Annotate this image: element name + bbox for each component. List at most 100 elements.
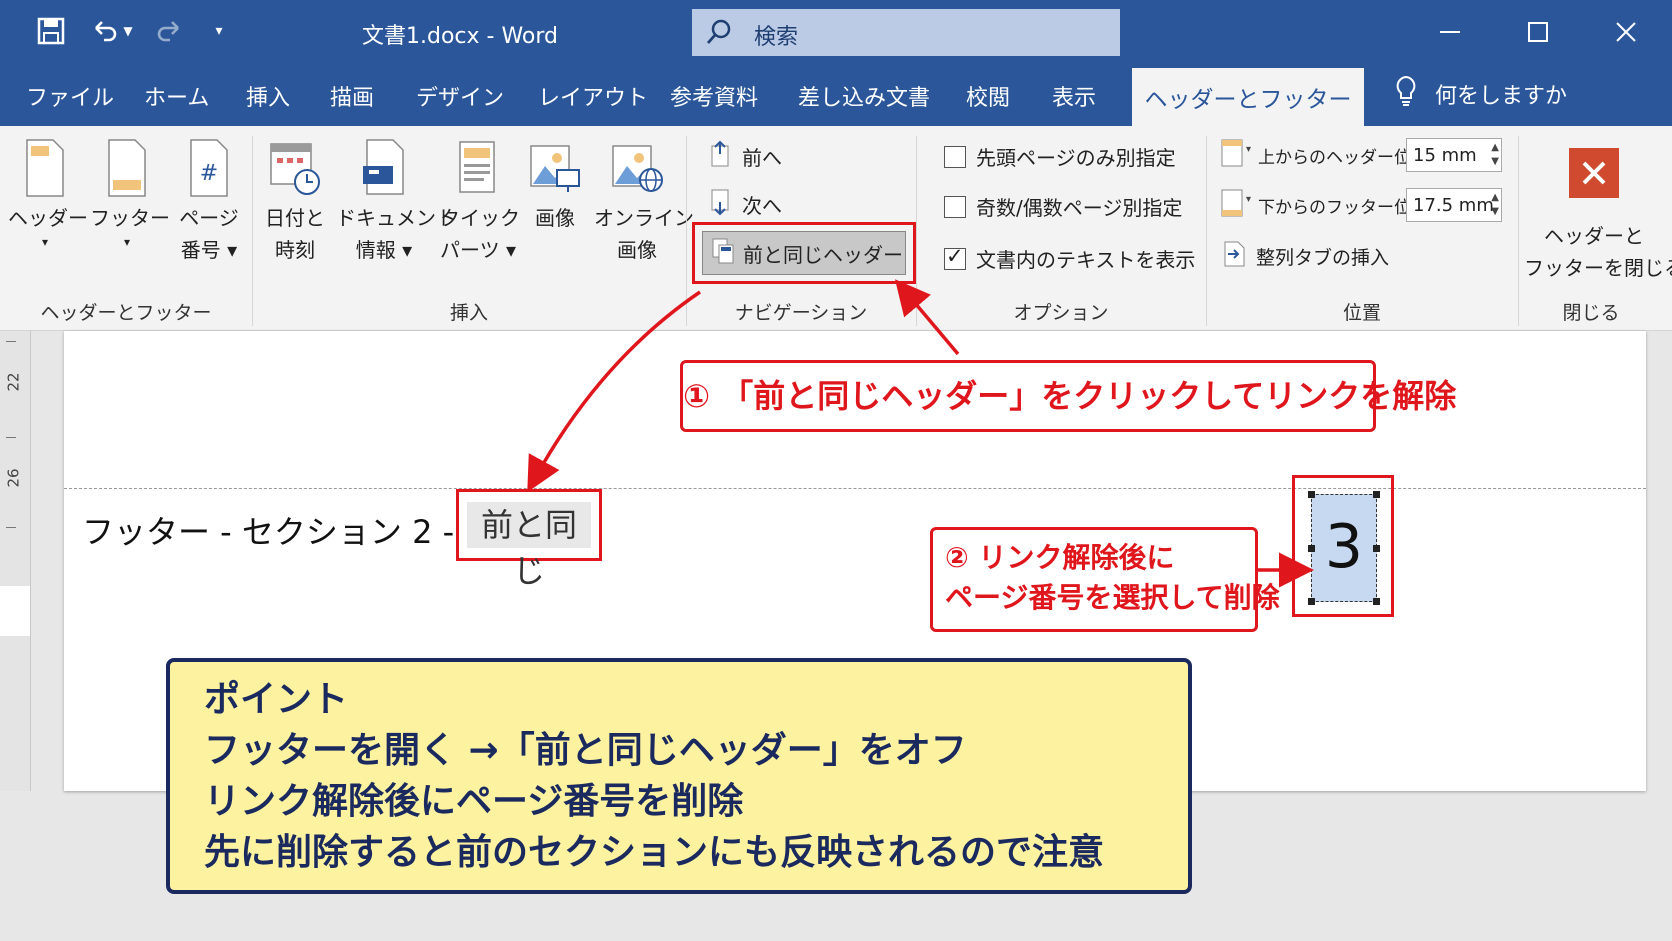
- previous-button[interactable]: 前へ: [708, 140, 782, 173]
- group-label-header-footer: ヘッダーとフッター: [40, 302, 212, 324]
- svg-text:▾: ▾: [1246, 144, 1251, 155]
- header-icon: [8, 138, 82, 202]
- callout-step1: ① 「前と同じヘッダー」をクリックしてリンクを解除: [680, 360, 1456, 432]
- group-label-options: オプション: [1013, 302, 1109, 324]
- ruler-tick: [6, 437, 16, 438]
- resize-handle[interactable]: [1308, 598, 1315, 605]
- maximize-icon[interactable]: [1508, 10, 1568, 54]
- ruler-tick: [6, 341, 16, 342]
- point-title: ポイント: [204, 679, 349, 720]
- tab-header-footer[interactable]: ヘッダーとフッター: [1132, 68, 1364, 126]
- online-picture-icon: [594, 138, 680, 202]
- resize-handle[interactable]: [1373, 545, 1380, 552]
- page-number-field[interactable]: 3: [1311, 494, 1377, 602]
- tab-home[interactable]: ホーム: [144, 80, 209, 112]
- document-info-button[interactable]: ドキュメント 情報 ▾: [336, 138, 456, 266]
- tab-review[interactable]: 校閲: [966, 80, 1010, 112]
- picture-button[interactable]: 画像: [524, 138, 586, 234]
- group-label-close: 閉じる: [1562, 302, 1620, 324]
- ruler-tick: [6, 527, 16, 528]
- tab-view[interactable]: 表示: [1052, 80, 1096, 112]
- callout-step2: ② リンク解除後に ページ番号を選択して削除: [930, 527, 1280, 632]
- show-document-text-option[interactable]: 文書内のテキストを表示: [944, 244, 1195, 273]
- different-odd-even-checkbox[interactable]: [944, 195, 966, 218]
- header-from-top-input[interactable]: 15 mm ▲ ▼: [1406, 138, 1502, 172]
- point-line: リンク解除後にページ番号を削除: [204, 781, 744, 822]
- calendar-clock-icon: [262, 138, 328, 202]
- resize-handle[interactable]: [1308, 491, 1315, 498]
- tab-mailings[interactable]: 差し込み文書: [798, 80, 930, 112]
- point-line: フッターを開く →「前と同じヘッダー」をオフ: [204, 730, 967, 771]
- ribbon-tabs: ファイル ホーム 挿入 描画 デザイン レイアウト 参考資料 差し込み文書 校閲…: [0, 64, 1672, 126]
- page-number-highlight: 3: [1292, 475, 1394, 617]
- search-placeholder: 検索: [754, 25, 799, 50]
- page-number-icon: #: [176, 138, 242, 202]
- go-to-previous-icon: [708, 140, 732, 173]
- spinner-arrows-icon[interactable]: ▲ ▼: [1491, 141, 1499, 169]
- resize-handle[interactable]: [1308, 545, 1315, 552]
- quick-parts-button[interactable]: クイック パーツ ▾: [440, 138, 520, 266]
- resize-handle[interactable]: [1373, 491, 1380, 498]
- header-position-icon: ▾: [1220, 138, 1252, 173]
- date-time-button[interactable]: 日付と 時刻: [262, 138, 328, 266]
- group-label-insert: 挿入: [449, 302, 488, 324]
- close-header-footer-button[interactable]: ヘッダーと フッターを閉じる: [1524, 148, 1672, 284]
- footer-position-label: ▾ 下からのフッター位置:: [1220, 188, 1434, 223]
- customize-qat-icon[interactable]: ▾: [204, 14, 234, 48]
- insert-alignment-tab-button[interactable]: 整列タブの挿入: [1222, 240, 1389, 273]
- lightbulb-icon: [1393, 74, 1419, 114]
- tell-me-box[interactable]: 何をしますか: [1393, 74, 1567, 114]
- picture-icon: [524, 138, 586, 202]
- tab-insert[interactable]: 挿入: [246, 80, 290, 112]
- different-first-page-checkbox[interactable]: [944, 145, 966, 168]
- group-label-position: 位置: [1342, 302, 1381, 324]
- different-first-page-option[interactable]: 先頭ページのみ別指定: [944, 142, 1176, 171]
- tell-me-text: 何をしますか: [1435, 84, 1568, 109]
- footer-from-bottom-input[interactable]: 17.5 mm ▲ ▼: [1406, 188, 1502, 222]
- undo-dropdown-icon[interactable]: ▼: [118, 14, 138, 48]
- undo-icon[interactable]: [88, 14, 122, 48]
- tab-file[interactable]: ファイル: [26, 80, 114, 112]
- header-button[interactable]: ヘッダー ▾: [8, 138, 88, 250]
- point-summary-box: ポイント フッターを開く →「前と同じヘッダー」をオフ リンク解除後にページ番号…: [166, 658, 1192, 894]
- footer-section-label: フッター - セクション 2 -: [82, 513, 455, 551]
- tab-design[interactable]: デザイン: [416, 80, 504, 112]
- group-label-navigation: ナビゲーション: [734, 302, 868, 324]
- same-as-previous-highlight: 前と同じ: [456, 489, 602, 590]
- online-picture-button[interactable]: オンライン 画像: [594, 138, 694, 266]
- close-window-icon[interactable]: [1596, 10, 1656, 54]
- vertical-ruler: 22 26: [0, 331, 31, 791]
- footer-boundary-line: [64, 488, 1646, 489]
- ruler-number: 22: [4, 372, 23, 392]
- point-line: 先に削除すると前のセクションにも反映されるので注意: [204, 832, 1105, 873]
- svg-text:▾: ▾: [1246, 194, 1251, 205]
- spinner-arrows-icon[interactable]: ▲ ▼: [1491, 191, 1499, 219]
- minimize-icon[interactable]: [1420, 10, 1480, 54]
- link-to-previous-icon: [711, 237, 735, 270]
- svg-text:#: #: [200, 161, 218, 186]
- search-icon: [704, 17, 734, 51]
- tab-layout[interactable]: レイアウト: [538, 80, 648, 112]
- quick-parts-icon: [440, 138, 512, 202]
- search-box[interactable]: 検索: [692, 9, 1120, 56]
- footer-icon: [90, 138, 164, 202]
- resize-handle[interactable]: [1373, 598, 1380, 605]
- same-as-previous-tag: 前と同じ: [467, 502, 591, 590]
- link-to-previous-button[interactable]: 前と同じヘッダー: [702, 231, 906, 275]
- different-odd-even-option[interactable]: 奇数/偶数ページ別指定: [944, 192, 1182, 221]
- footer-position-icon: ▾: [1220, 188, 1252, 223]
- tab-draw[interactable]: 描画: [330, 80, 374, 112]
- header-position-label: ▾ 上からのヘッダー位置:: [1220, 138, 1434, 173]
- footer-button[interactable]: フッター ▾: [90, 138, 170, 250]
- title-bar: ▼ ▾ 文書1.docx - Word 検索: [0, 0, 1672, 64]
- close-header-footer-icon: [1569, 148, 1619, 198]
- next-button[interactable]: 次へ: [708, 188, 782, 221]
- page-number-button[interactable]: # ページ 番号 ▾: [176, 138, 242, 266]
- show-document-text-checkbox[interactable]: [944, 244, 966, 270]
- tab-references[interactable]: 参考資料: [670, 80, 758, 112]
- save-icon[interactable]: [34, 14, 68, 48]
- redo-icon[interactable]: [152, 14, 186, 48]
- go-to-next-icon: [708, 188, 732, 221]
- window-title: 文書1.docx - Word: [362, 24, 559, 49]
- alignment-tab-icon: [1222, 240, 1246, 273]
